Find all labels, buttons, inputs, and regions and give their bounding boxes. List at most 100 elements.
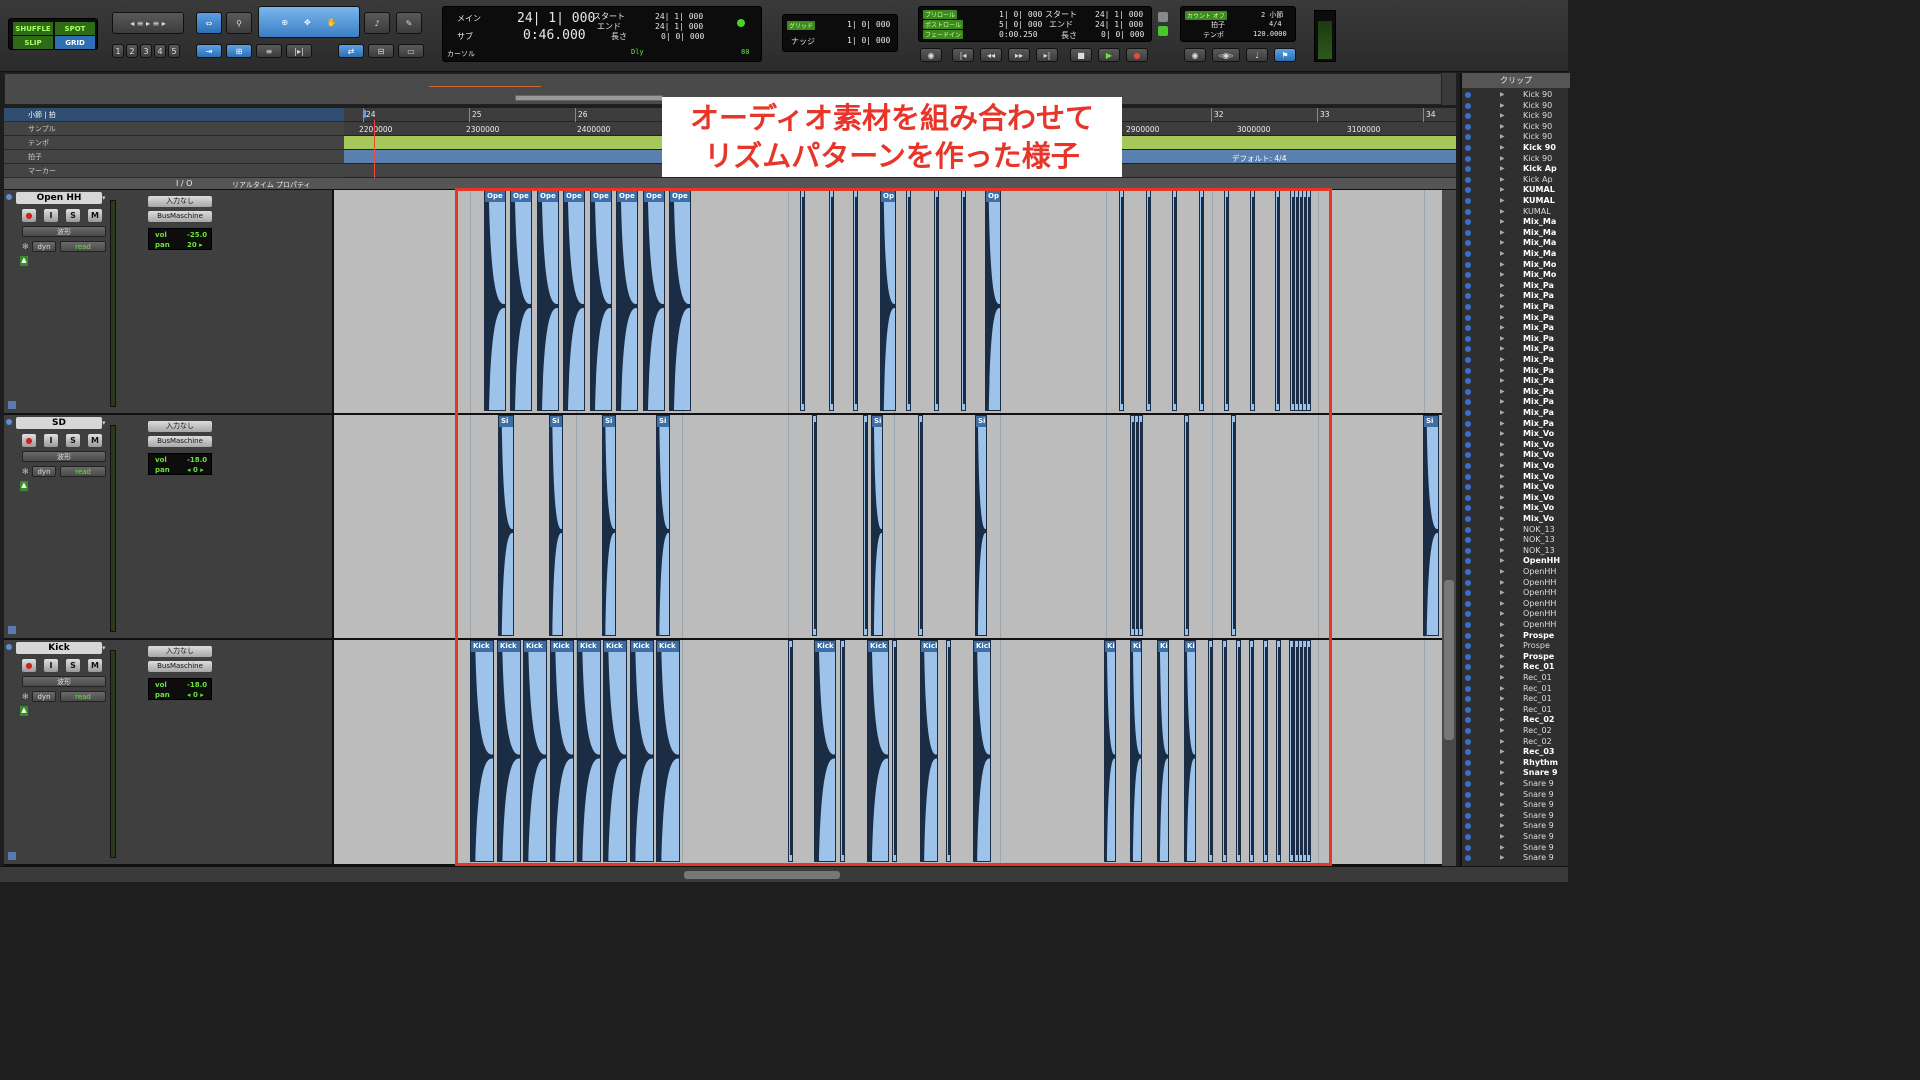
track-name[interactable]: Kick [16,642,102,654]
clip-list-item[interactable]: ▶ Mix_Pa [1462,397,1570,408]
clip-list-item[interactable]: ▶ Mix_Vo [1462,450,1570,461]
expand-arrow-icon[interactable]: ▶ [1500,344,1505,355]
mirror-midi-icon[interactable]: |▸| [286,44,312,58]
expand-arrow-icon[interactable]: ▶ [1500,811,1505,822]
pan-value[interactable]: ◂ 0 ▸ [187,691,204,699]
expand-arrow-icon[interactable]: ▶ [1500,843,1505,854]
fadein-label[interactable]: フェードイン [923,30,964,39]
pan-value[interactable]: 20 ▸ [187,241,203,249]
countoff-value[interactable]: 2 小節 [1261,10,1283,20]
clip-list-item[interactable]: ▶ Rec_01 [1462,662,1570,673]
clip-list-item[interactable]: ▶ Kick 90 [1462,132,1570,143]
expand-arrow-icon[interactable]: ▶ [1500,768,1505,779]
expand-arrow-icon[interactable]: ▶ [1500,154,1505,165]
clip-list-item[interactable]: ▶ Prospe [1462,641,1570,652]
clip-list-item[interactable]: ▶ Mix_Pa [1462,313,1570,324]
expand-arrow-icon[interactable]: ▶ [1500,620,1505,631]
delay-compensation-label[interactable]: Dly [631,48,644,56]
clip-list-title[interactable]: クリップ [1462,73,1570,88]
clip-list-item[interactable]: ▶ OpenHH [1462,599,1570,610]
mute-button[interactable]: M [88,434,102,447]
grid-nudge-display[interactable]: グリッド 1| 0| 000 ナッジ 1| 0| 000 [782,14,898,52]
clip-list-item[interactable]: ▶ Snare 9 [1462,790,1570,801]
nudge-label[interactable]: ナッジ [791,36,815,47]
expand-arrow-icon[interactable]: ▶ [1500,747,1505,758]
vertical-scrollbar[interactable] [1442,190,1456,866]
expand-arrow-icon[interactable]: ▶ [1500,419,1505,430]
shuffle-mode-button[interactable]: SHUFFLE [13,22,53,35]
clip-list-item[interactable]: ▶ Rhythm [1462,758,1570,769]
expand-arrow-icon[interactable]: ▶ [1500,143,1505,154]
expand-arrow-icon[interactable]: ▶ [1500,111,1505,122]
expand-arrow-icon[interactable]: ▶ [1500,249,1505,260]
expand-arrow-icon[interactable]: ▶ [1500,90,1505,101]
clip-list-item[interactable]: ▶ Kick 90 [1462,154,1570,165]
speaker-scrub-tool-icon[interactable]: ♪ [364,12,390,34]
sel-end-value[interactable]: 24| 1| 000 [655,22,703,31]
zoom-preset-5[interactable]: 5 [168,44,180,58]
expand-arrow-icon[interactable]: ▶ [1500,673,1505,684]
dyn-button[interactable]: dyn [32,241,56,252]
transport-start-value[interactable]: 24| 1| 000 [1095,10,1143,19]
expand-arrow-icon[interactable]: ▶ [1500,631,1505,642]
clip-list-item[interactable]: ▶ KUMAL [1462,207,1570,218]
preroll-label[interactable]: プリロール [923,10,958,19]
clip-list-item[interactable]: ▶ Prospe [1462,652,1570,663]
meter-value[interactable]: 4/4 [1269,20,1282,28]
expand-arrow-icon[interactable]: ▶ [1500,599,1505,610]
transport-length-value[interactable]: 0| 0| 000 [1101,30,1144,39]
midi-tempo-value[interactable]: 80 [741,48,749,56]
clip-list-item[interactable]: ▶ Rec_02 [1462,715,1570,726]
clip-list-item[interactable]: ▶ Rec_01 [1462,684,1570,695]
main-counter-display[interactable]: メイン 24| 1| 000 サブ 0:46.000 スタート エンド 長さ 2… [442,6,762,62]
clip-list-item[interactable]: ▶ Mix_Pa [1462,291,1570,302]
grabber-tool-icon[interactable]: ✥ [304,18,311,27]
expand-arrow-icon[interactable]: ▶ [1500,715,1505,726]
horizontal-scrollbar[interactable] [684,871,840,879]
zoom-controls[interactable]: ◂ ≡ ▸ ≡ ▸ [112,12,184,34]
vol-value[interactable]: -18.0 [187,456,207,464]
clip-list-item[interactable]: ▶ Rec_02 [1462,737,1570,748]
smart-tool-group[interactable]: ⊕ ✥ ✋ [258,6,360,38]
clip-list-item[interactable]: ▶ Snare 9 [1462,832,1570,843]
expand-arrow-icon[interactable]: ▶ [1500,821,1505,832]
pan-value[interactable]: ◂ 0 ▸ [187,466,204,474]
vol-value[interactable]: -25.0 [187,231,207,239]
clip-list-item[interactable]: ▶ Snare 9 [1462,843,1570,854]
return-to-zero-icon[interactable]: |◂ [952,48,974,62]
pencil-tool-icon[interactable]: ✎ [396,12,422,34]
zoom-preset-2[interactable]: 2 [126,44,138,58]
sel-start-value[interactable]: 24| 1| 000 [655,12,703,21]
clip-list-item[interactable]: ▶ Snare 9 [1462,800,1570,811]
clip-list-item[interactable]: ▶ NOK_13 [1462,525,1570,536]
clip-list-item[interactable]: ▶ Snare 9 [1462,811,1570,822]
expand-arrow-icon[interactable]: ▶ [1500,238,1505,249]
expand-arrow-icon[interactable]: ▶ [1500,853,1505,864]
midi-merge-icon[interactable]: ◉ [1184,48,1206,62]
expand-arrow-icon[interactable]: ▶ [1500,514,1505,525]
meter-ruler-label[interactable]: 拍子 [4,150,344,164]
expand-arrow-icon[interactable]: ▶ [1500,525,1505,536]
clip-list-item[interactable]: ▶ Rec_01 [1462,705,1570,716]
zoom-preset-4[interactable]: 4 [154,44,166,58]
input-selector[interactable]: 入力なし [148,196,212,207]
input-monitor-button[interactable]: I [44,659,58,672]
clip-list-item[interactable]: ▶ Mix_Vo [1462,440,1570,451]
clip-list-item[interactable]: ▶ Mix_Pa [1462,387,1570,398]
grid-mode-button[interactable]: GRID [55,36,95,49]
clip-list-item[interactable]: ▶ Kick Ap [1462,164,1570,175]
automation-mode-selector[interactable]: read [60,691,106,702]
tempo-meter-display[interactable]: カウント オフ 2 小節 拍子 4/4 テンポ 120.0000 [1180,6,1296,42]
input-monitor-button[interactable]: I [44,209,58,222]
clip-list-item[interactable]: ▶ Mix_Mo [1462,260,1570,271]
expand-arrow-icon[interactable]: ▶ [1500,758,1505,769]
clip-list-item[interactable]: ▶ Mix_Pa [1462,366,1570,377]
clip-list-item[interactable]: ▶ Mix_Pa [1462,355,1570,366]
clip-list-item[interactable]: ▶ Mix_Pa [1462,334,1570,345]
transport-end-value[interactable]: 24| 1| 000 [1095,20,1143,29]
bars-ruler-label[interactable]: 小節 | 拍 [4,108,344,122]
playhead-icon[interactable]: ⬇ [360,108,370,121]
clip-list-item[interactable]: ▶ Mix_Pa [1462,302,1570,313]
playlist-icon[interactable]: ▲ [20,256,28,266]
expand-arrow-icon[interactable]: ▶ [1500,546,1505,557]
